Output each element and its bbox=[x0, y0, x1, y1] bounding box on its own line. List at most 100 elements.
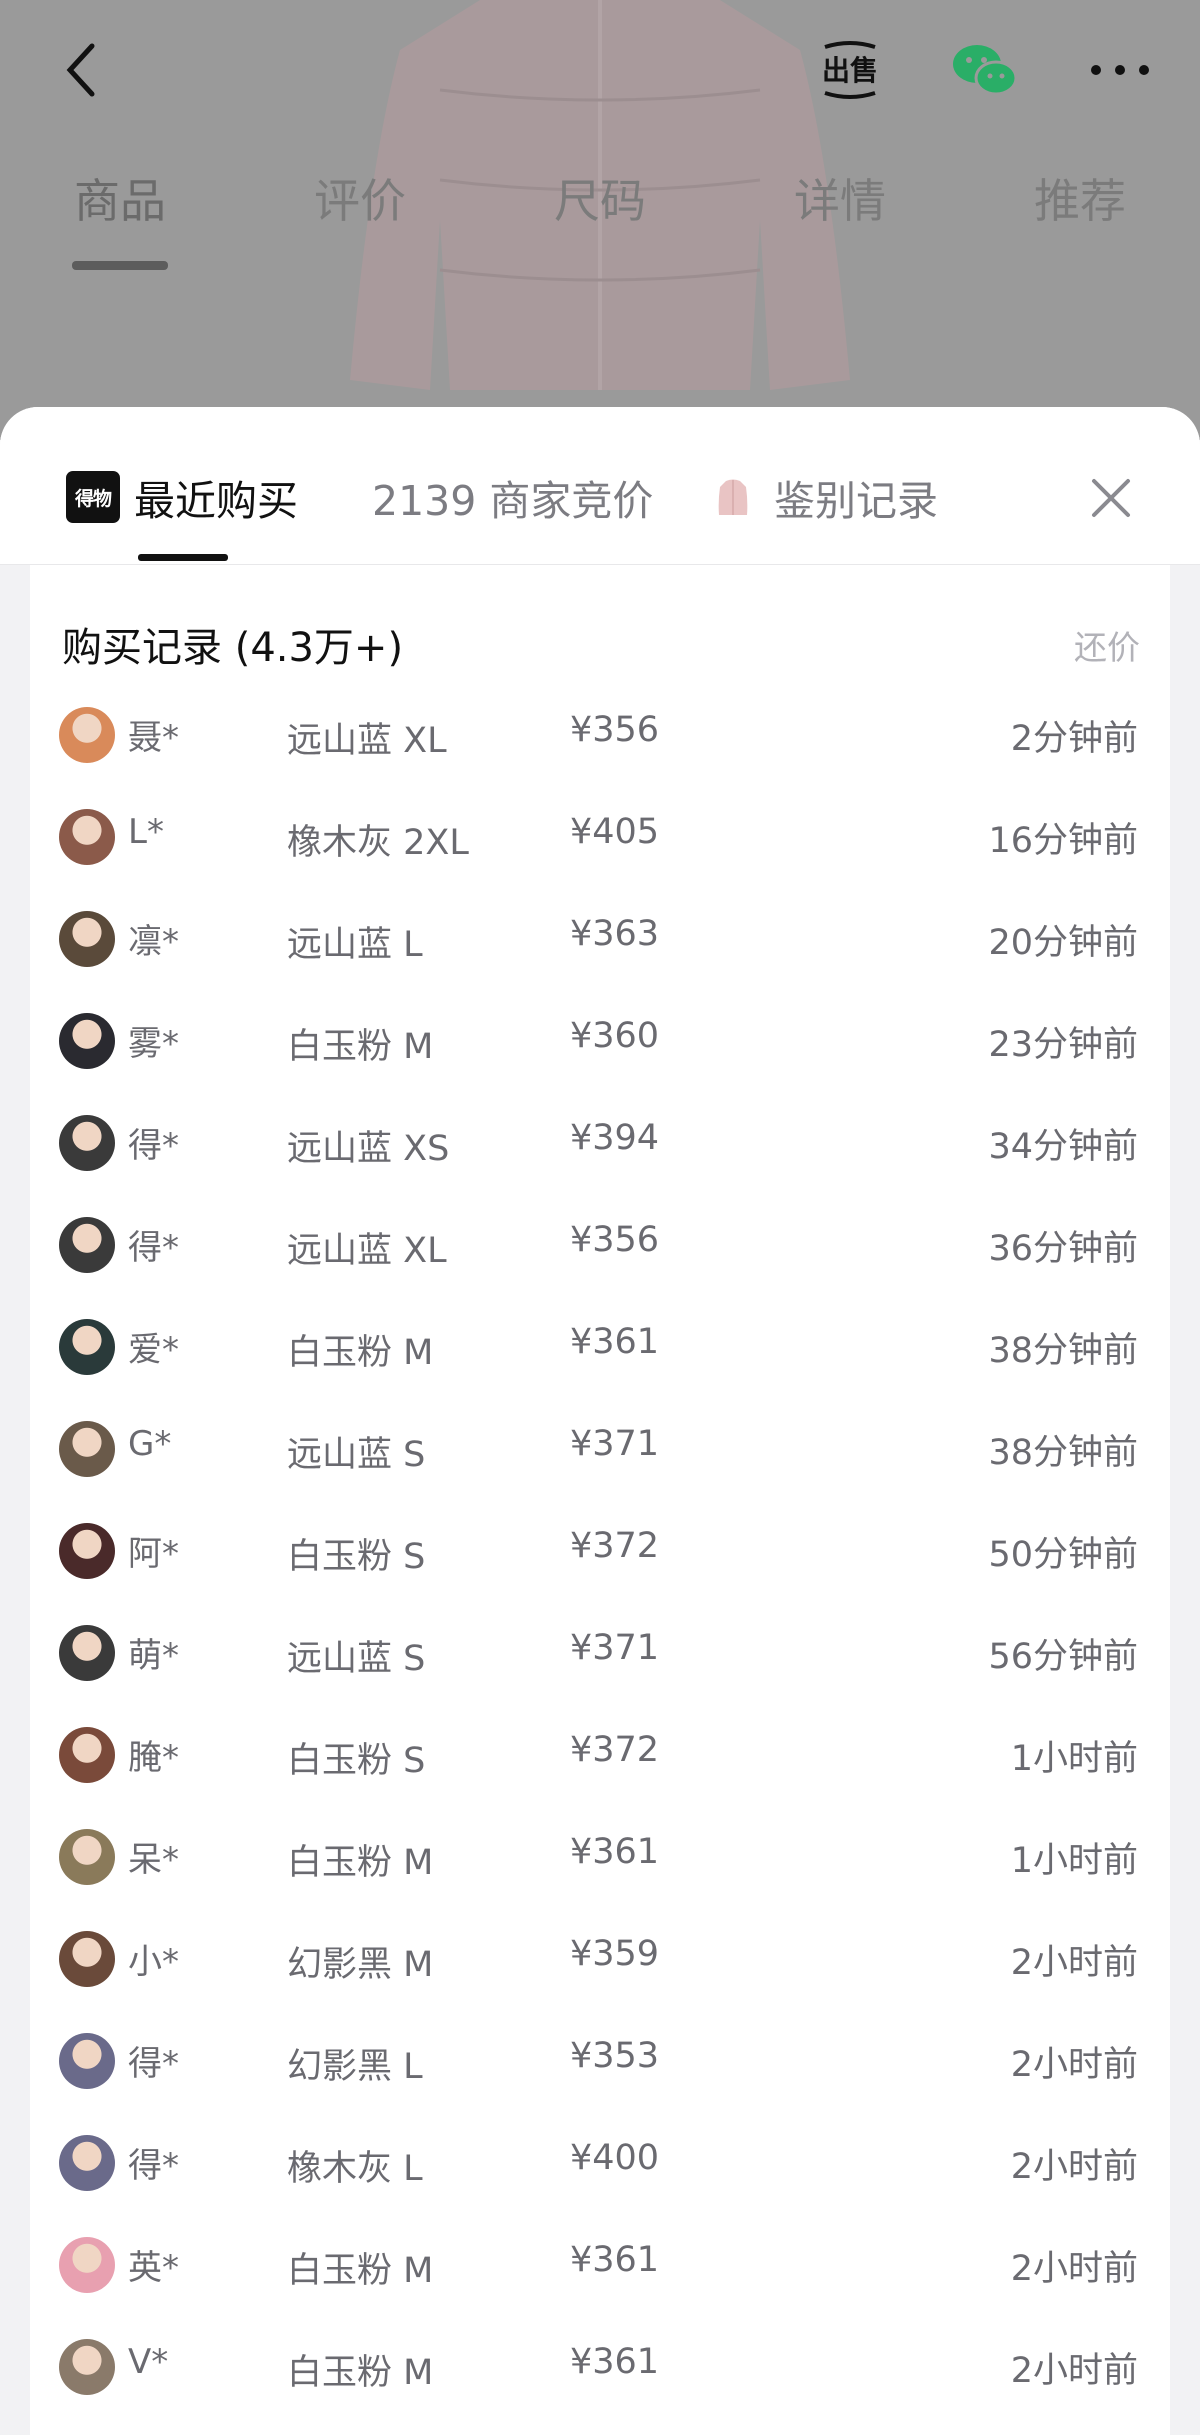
purchase-price: ¥361 bbox=[570, 2240, 660, 2280]
purchase-price: ¥394 bbox=[570, 1118, 660, 1158]
buyer-name: 得* bbox=[128, 2146, 179, 2186]
purchase-record-row: 聂* 远山蓝 XL ¥356 2分钟前 bbox=[30, 683, 1170, 785]
purchase-price: ¥361 bbox=[570, 1322, 660, 1362]
purchase-price: ¥356 bbox=[570, 1220, 660, 1260]
purchase-record-row: 腌* 白玉粉 S ¥372 1小时前 bbox=[30, 1703, 1170, 1805]
product-spec: 远山蓝 XL bbox=[287, 721, 447, 761]
purchase-record-row: 爱* 白玉粉 M ¥361 38分钟前 bbox=[30, 1295, 1170, 1397]
product-spec: 白玉粉 M bbox=[287, 2353, 434, 2393]
more-button[interactable] bbox=[1080, 30, 1160, 110]
close-icon[interactable] bbox=[1080, 467, 1142, 529]
tab-merchant-bids[interactable]: 2139 商家竞价 bbox=[372, 467, 653, 527]
purchase-price: ¥356 bbox=[570, 710, 660, 750]
product-spec: 白玉粉 M bbox=[287, 1333, 434, 1373]
purchase-record-row: V* 白玉粉 M ¥361 2小时前 bbox=[30, 2315, 1170, 2417]
purchase-price: ¥405 bbox=[570, 812, 660, 852]
user-avatar bbox=[59, 1829, 115, 1885]
tab-recent-purchases[interactable]: 得物 最近购买 bbox=[66, 467, 298, 527]
product-spec: 远山蓝 S bbox=[287, 1435, 426, 1475]
purchase-time: 1小时前 bbox=[1010, 1739, 1138, 1779]
buyer-name: 萌* bbox=[128, 1636, 179, 1676]
user-avatar bbox=[59, 1115, 115, 1171]
buyer-name: 雾* bbox=[128, 1024, 179, 1064]
product-spec: 橡木灰 2XL bbox=[287, 823, 469, 863]
purchase-record-row: 萌* 远山蓝 S ¥371 56分钟前 bbox=[30, 1601, 1170, 1703]
tab-details[interactable]: 详情 bbox=[760, 165, 920, 231]
purchase-price: ¥359 bbox=[570, 1934, 660, 1974]
tab-recent-purchases-label: 最近购买 bbox=[134, 477, 298, 525]
purchase-price: ¥372 bbox=[570, 1730, 660, 1770]
purchase-time: 56分钟前 bbox=[988, 1637, 1138, 1677]
sell-label: 出售 bbox=[822, 54, 878, 87]
purchase-time: 2分钟前 bbox=[1010, 719, 1138, 759]
product-spec: 幻影黑 L bbox=[287, 2047, 423, 2087]
purchase-record-row: 小* 幻影黑 M ¥359 2小时前 bbox=[30, 1907, 1170, 2009]
user-avatar bbox=[59, 1217, 115, 1273]
purchase-record-row: 得* 远山蓝 XS ¥394 34分钟前 bbox=[30, 1091, 1170, 1193]
user-avatar bbox=[59, 809, 115, 865]
product-spec: 白玉粉 S bbox=[287, 1741, 426, 1781]
user-avatar bbox=[59, 1727, 115, 1783]
purchase-records-card: 购买记录 (4.3万+) 还价 聂* 远山蓝 XL ¥356 2分钟前 L* 橡木灰 2X… bbox=[30, 565, 1170, 2435]
chevron-left-icon bbox=[66, 43, 95, 97]
more-dots-icon bbox=[1091, 65, 1149, 75]
wechat-icon bbox=[953, 45, 1018, 96]
buyer-name: 小* bbox=[128, 1942, 179, 1982]
purchase-price: ¥360 bbox=[570, 1016, 660, 1056]
user-avatar bbox=[59, 1625, 115, 1681]
tab-size[interactable]: 尺码 bbox=[520, 165, 680, 231]
tab-authentication-records[interactable]: 鉴别记录 bbox=[718, 467, 938, 527]
buyer-name: 阿* bbox=[128, 1534, 179, 1574]
purchase-record-row: 阿* 白玉粉 S ¥372 50分钟前 bbox=[30, 1499, 1170, 1601]
purchase-time: 2小时前 bbox=[1010, 2045, 1138, 2085]
product-tabs: 商品 评价 尺码 详情 推荐 bbox=[0, 165, 1200, 275]
sell-icon: 出售 bbox=[822, 41, 878, 99]
purchase-record-row: 得* 幻影黑 L ¥353 2小时前 bbox=[30, 2009, 1170, 2111]
product-spec: 橡木灰 L bbox=[287, 2149, 423, 2189]
purchase-time: 2小时前 bbox=[1010, 2249, 1138, 2289]
purchase-price: ¥361 bbox=[570, 1832, 660, 1872]
tab-recommend[interactable]: 推荐 bbox=[1000, 165, 1160, 231]
purchase-time: 50分钟前 bbox=[988, 1535, 1138, 1575]
wechat-share-button[interactable] bbox=[945, 30, 1025, 110]
purchase-time: 1小时前 bbox=[1010, 1841, 1138, 1881]
sell-button[interactable]: 出售 bbox=[810, 30, 890, 110]
tab-reviews[interactable]: 评价 bbox=[280, 165, 440, 231]
purchase-time: 38分钟前 bbox=[988, 1433, 1138, 1473]
purchase-time: 34分钟前 bbox=[988, 1127, 1138, 1167]
buyer-name: 凛* bbox=[128, 922, 179, 962]
product-spec: 远山蓝 XL bbox=[287, 1231, 447, 1271]
purchase-record-row: L* 橡木灰 2XL ¥405 16分钟前 bbox=[30, 785, 1170, 887]
buyer-name: 爱* bbox=[128, 1330, 179, 1370]
buyer-name: 呆* bbox=[128, 1840, 179, 1880]
sheet-header: 得物 最近购买 2139 商家竞价 鉴别记录 bbox=[0, 407, 1200, 565]
purchase-time: 20分钟前 bbox=[988, 923, 1138, 963]
buyer-name: G* bbox=[128, 1424, 172, 1464]
purchase-record-row: 得* 橡木灰 L ¥400 2小时前 bbox=[30, 2111, 1170, 2213]
purchase-price: ¥353 bbox=[570, 2036, 660, 2076]
purchase-time: 23分钟前 bbox=[988, 1025, 1138, 1065]
purchase-time: 16分钟前 bbox=[988, 821, 1138, 861]
purchase-record-row: G* 远山蓝 S ¥371 38分钟前 bbox=[30, 1397, 1170, 1499]
purchase-records-list: 聂* 远山蓝 XL ¥356 2分钟前 L* 橡木灰 2XL ¥405 16分钟前 凛* 远山蓝 … bbox=[30, 683, 1170, 2417]
active-tab-underline bbox=[138, 554, 228, 561]
user-avatar bbox=[59, 911, 115, 967]
user-avatar bbox=[59, 2339, 115, 2395]
purchase-record-row: 得* 远山蓝 XL ¥356 36分钟前 bbox=[30, 1193, 1170, 1295]
purchase-time: 36分钟前 bbox=[988, 1229, 1138, 1269]
purchase-time: 2小时前 bbox=[1010, 1943, 1138, 1983]
tab-product[interactable]: 商品 bbox=[40, 165, 200, 231]
user-avatar bbox=[59, 2033, 115, 2089]
product-spec: 白玉粉 M bbox=[287, 2251, 434, 2291]
buyer-name: 得* bbox=[128, 1126, 179, 1166]
counter-offer-button[interactable]: 还价 bbox=[1074, 621, 1140, 669]
product-page-background: 出售 商品 评价 尺码 详情 推荐 bbox=[0, 0, 1200, 440]
purchase-record-row: 凛* 远山蓝 L ¥363 20分钟前 bbox=[30, 887, 1170, 989]
purchase-price: ¥371 bbox=[570, 1628, 660, 1668]
product-spec: 远山蓝 L bbox=[287, 925, 423, 965]
back-button[interactable] bbox=[40, 30, 120, 110]
user-avatar bbox=[59, 1013, 115, 1069]
purchase-record-row: 英* 白玉粉 M ¥361 2小时前 bbox=[30, 2213, 1170, 2315]
purchase-record-row: 呆* 白玉粉 M ¥361 1小时前 bbox=[30, 1805, 1170, 1907]
buyer-name: V* bbox=[128, 2342, 169, 2382]
